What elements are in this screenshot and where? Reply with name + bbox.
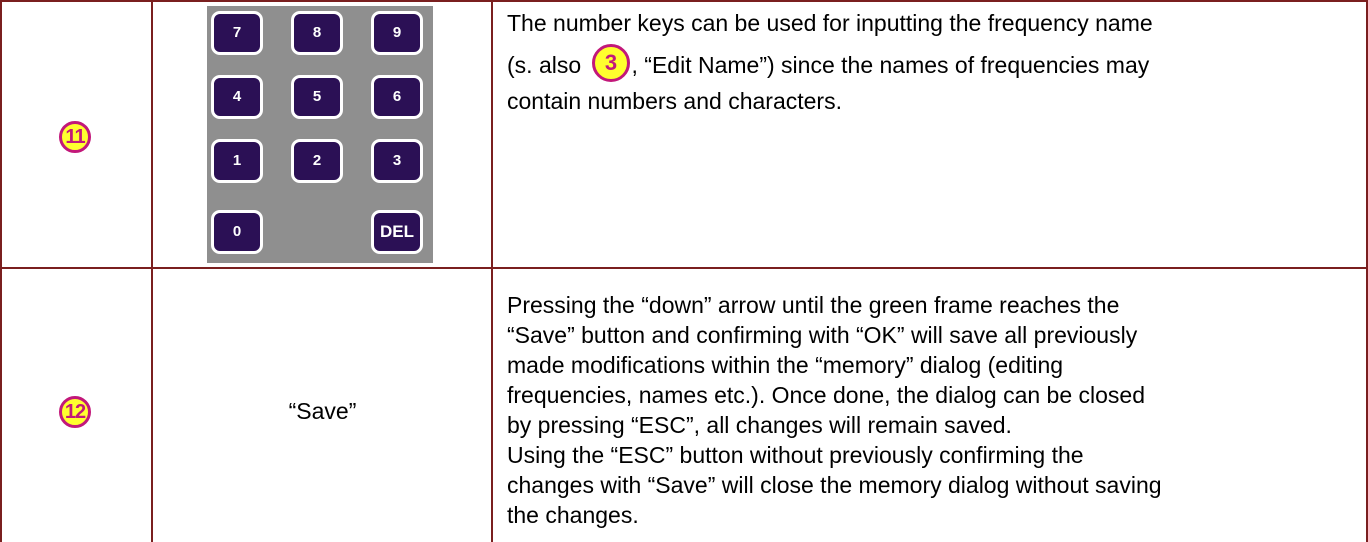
desc-line: “Save” button and confirming with “OK” w…	[507, 322, 1138, 348]
key-del: DEL	[371, 210, 423, 254]
desc-line: changes with “Save” will close the memor…	[507, 472, 1162, 498]
desc-line: Pressing the “down” arrow until the gree…	[507, 292, 1120, 318]
desc-text: , “Edit Name”) since the names of freque…	[631, 52, 1150, 79]
row-divider	[0, 267, 1368, 269]
desc-line: Using the “ESC” button without previousl…	[507, 442, 1084, 468]
desc-line: by pressing “ESC”, all changes will rema…	[507, 412, 1012, 438]
reference-badge-3: 3	[591, 44, 630, 82]
key-4: 4	[211, 75, 263, 119]
row-12-description: Pressing the “down” arrow until the gree…	[507, 290, 1362, 530]
number-keypad-image: 7 8 9 4 5 6 1 2 3 0 DEL	[207, 6, 433, 263]
key-8: 8	[291, 11, 343, 55]
row-11-description: The number keys can be used for inputtin…	[507, 8, 1362, 116]
step-badge-12: 12	[59, 396, 91, 428]
key-7: 7	[211, 11, 263, 55]
desc-text: (s. also	[507, 52, 582, 79]
desc-line: The number keys can be used for inputtin…	[507, 10, 1153, 36]
key-3: 3	[371, 139, 423, 183]
manual-table: 11 7 8 9 4 5 6 1 2 3 0 DEL The number ke…	[0, 0, 1368, 542]
key-1: 1	[211, 139, 263, 183]
desc-line: contain numbers and characters.	[507, 88, 842, 114]
desc-line: the changes.	[507, 502, 639, 528]
column-divider-2	[491, 0, 493, 542]
desc-line: made modifications within the “memory” d…	[507, 352, 1064, 378]
step-badge-11: 11	[59, 121, 91, 153]
save-label: “Save”	[288, 398, 357, 424]
key-0: 0	[211, 210, 263, 254]
key-9: 9	[371, 11, 423, 55]
desc-line: frequencies, names etc.). Once done, the…	[507, 382, 1146, 408]
key-2: 2	[291, 139, 343, 183]
table-border-left	[0, 0, 2, 542]
table-border-top	[0, 0, 1368, 2]
column-divider-1	[151, 0, 153, 542]
key-5: 5	[291, 75, 343, 119]
key-6: 6	[371, 75, 423, 119]
desc-line: (s. also 3, “Edit Name”) since the names…	[507, 44, 1362, 86]
